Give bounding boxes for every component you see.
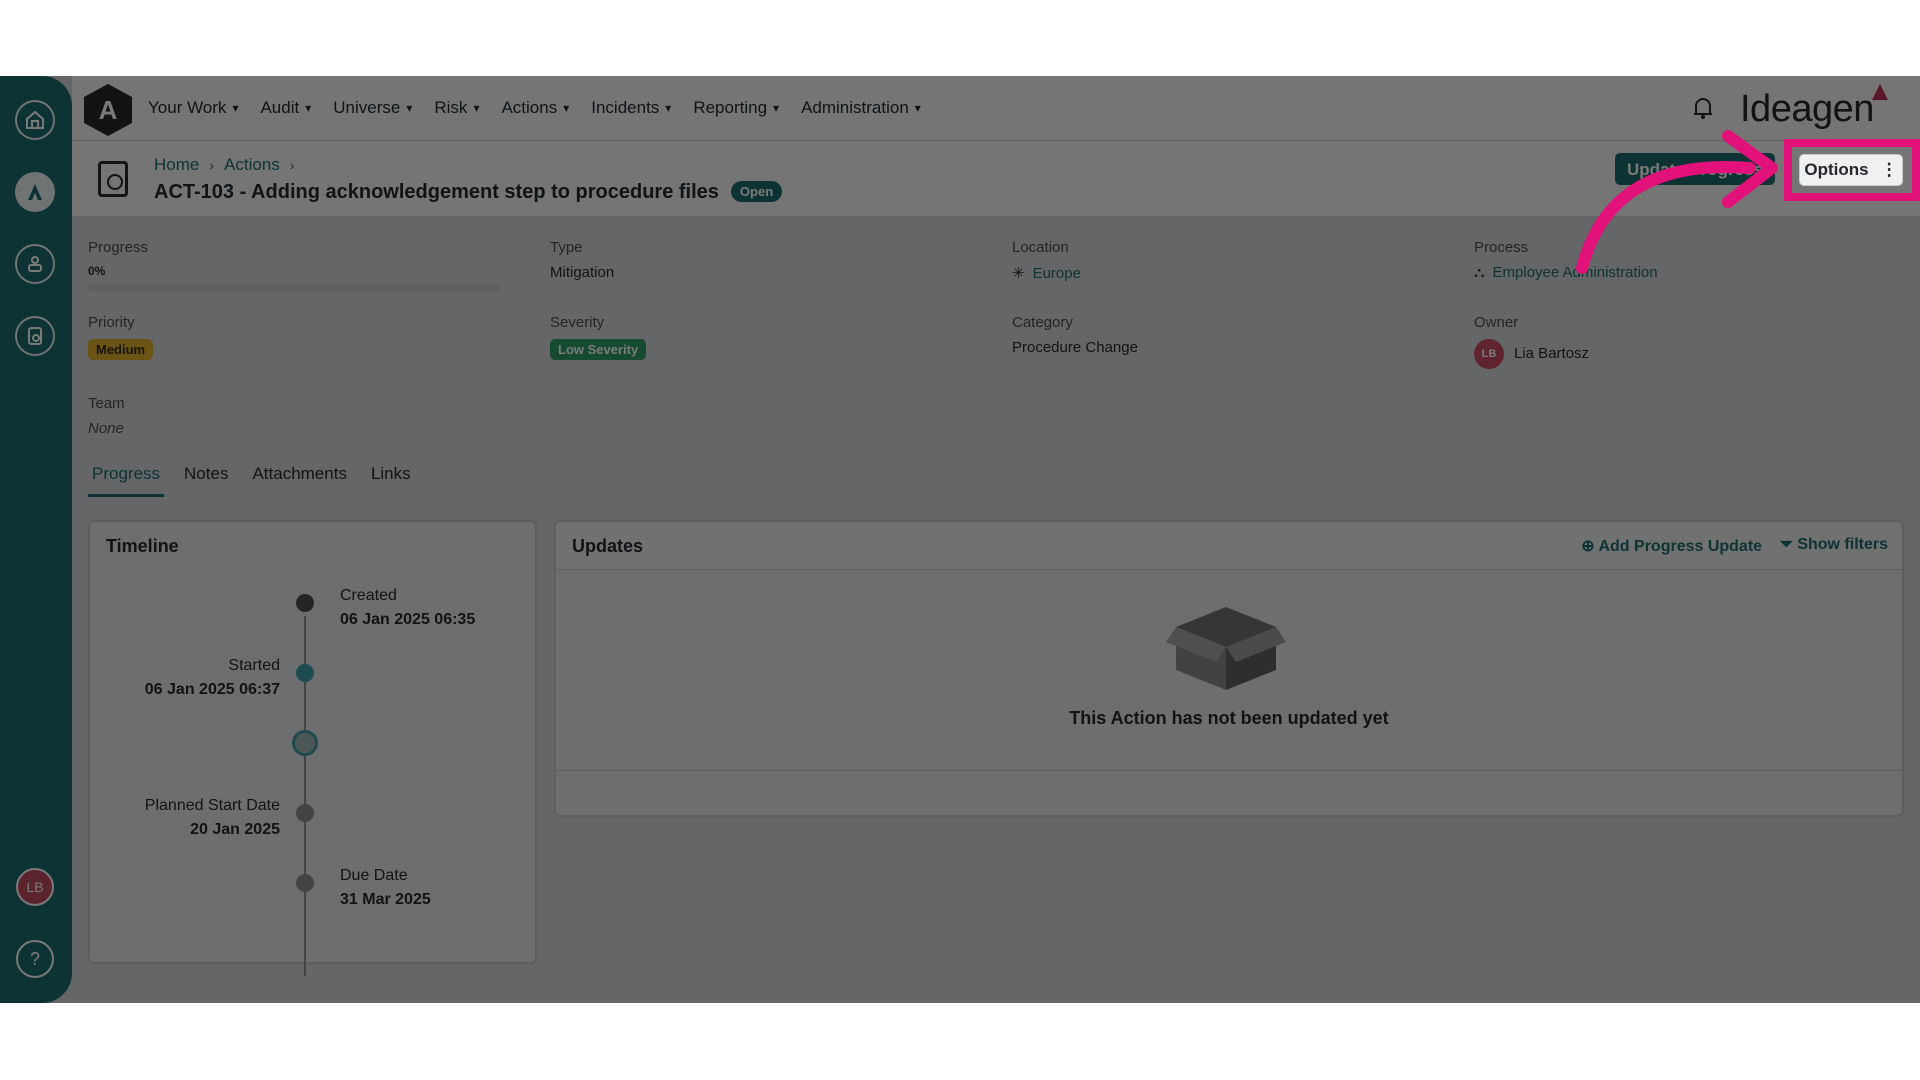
- pointer-arrow-icon: [1576, 130, 1778, 274]
- filter-icon: ⏷: [1780, 536, 1798, 553]
- type-field: Type Mitigation: [550, 239, 614, 281]
- team-field: Team None: [88, 395, 125, 437]
- breadcrumb: Home › Actions ›: [154, 155, 294, 175]
- chevron-down-icon: ▾: [914, 101, 921, 115]
- timeline-dot-created: [296, 594, 314, 612]
- owner-label: Owner: [1474, 314, 1519, 331]
- detail-tabs: Progress Notes Attachments Links: [88, 464, 425, 497]
- nav-reporting[interactable]: Reporting ▾: [693, 98, 779, 118]
- updates-card: Updates ⊕ Add Progress Update ⏷ Show fil…: [554, 520, 1904, 817]
- nav-administration[interactable]: Administration ▾: [801, 98, 921, 118]
- chevron-down-icon: ▾: [563, 101, 570, 115]
- page-title: ACT-103 - Adding acknowledgement step to…: [154, 181, 783, 204]
- timeline-created: Created 06 Jan 2025 06:35: [340, 587, 476, 628]
- timeline-title: Timeline: [106, 536, 179, 556]
- updates-divider: [556, 770, 1902, 771]
- category-field: Category Procedure Change: [1012, 314, 1138, 356]
- type-value: Mitigation: [550, 264, 615, 281]
- main-menu: Your Work ▾ Audit ▾ Universe ▾ Risk ▾ Action…: [148, 98, 943, 118]
- timeline-dot-current: [292, 730, 318, 756]
- owner-field: Owner LB Lia Bartosz: [1474, 314, 1589, 369]
- user-avatar[interactable]: LB: [16, 868, 54, 906]
- breadcrumb-actions[interactable]: Actions: [224, 155, 280, 175]
- empty-state-message: This Action has not been updated yet: [1069, 708, 1389, 728]
- severity-label: Severity: [550, 314, 605, 331]
- category-value: Procedure Change: [1012, 339, 1138, 356]
- product-logo[interactable]: A: [84, 84, 132, 136]
- updates-actions: ⊕ Add Progress Update ⏷ Show filters: [1581, 536, 1888, 556]
- location-link[interactable]: ✳ Europe: [1012, 264, 1081, 282]
- tab-notes[interactable]: Notes: [180, 464, 232, 495]
- nav-universe[interactable]: Universe ▾: [333, 98, 412, 118]
- team-value: None: [88, 420, 124, 437]
- progress-bar: [88, 284, 501, 291]
- location-field: Location ✳ Europe: [1012, 239, 1081, 282]
- tab-progress[interactable]: Progress: [88, 464, 165, 497]
- timeline-dot-started: [296, 664, 314, 682]
- timeline-due: Due Date 31 Mar 2025: [340, 867, 431, 908]
- chevron-down-icon: ▾: [773, 101, 780, 115]
- document-icon[interactable]: [15, 316, 55, 356]
- priority-badge: Medium: [88, 339, 154, 360]
- add-progress-update-button[interactable]: ⊕ Add Progress Update: [1581, 536, 1762, 556]
- empty-box-icon: [1166, 607, 1286, 690]
- timeline-dot-due: [296, 874, 314, 892]
- app-logo-icon[interactable]: [15, 172, 55, 212]
- show-filters-button[interactable]: ⏷ Show filters: [1780, 536, 1888, 556]
- updates-header: Updates ⊕ Add Progress Update ⏷ Show fil…: [556, 522, 1902, 570]
- screen: LB ? A Your Work ▾ Audit ▾ Universe ▾ Risk ▾…: [0, 0, 1920, 1080]
- help-icon[interactable]: ?: [16, 940, 54, 978]
- severity-badge: Low Severity: [550, 339, 647, 360]
- home-icon[interactable]: [15, 100, 55, 140]
- action-icon: [98, 161, 128, 197]
- chevron-right-icon: ›: [209, 157, 215, 173]
- nav-actions[interactable]: Actions ▾: [501, 98, 569, 118]
- chevron-down-icon: ▾: [305, 101, 312, 115]
- updates-title: Updates: [572, 536, 644, 556]
- tab-links[interactable]: Links: [367, 464, 415, 495]
- timeline-started: Started 06 Jan 2025 06:37: [144, 657, 280, 698]
- bell-icon[interactable]: [1692, 96, 1714, 120]
- chevron-down-icon: ▾: [473, 101, 480, 115]
- team-icon[interactable]: [15, 244, 55, 284]
- chevron-down-icon: ▾: [232, 101, 239, 115]
- timeline-planned: Planned Start Date 20 Jan 2025: [144, 797, 280, 838]
- category-label: Category: [1012, 314, 1073, 331]
- status-badge: Open: [730, 181, 783, 202]
- progress-label: Progress: [88, 239, 149, 256]
- owner-name[interactable]: Lia Bartosz: [1514, 345, 1589, 362]
- severity-field: Severity Low Severity: [550, 314, 647, 360]
- timeline-card: Timeline Created 06 Jan 2025 06:35 Starte…: [88, 520, 537, 976]
- tab-attachments[interactable]: Attachments: [248, 464, 351, 495]
- nav-audit[interactable]: Audit ▾: [260, 98, 311, 118]
- plus-circle-icon: ⊕: [1581, 538, 1599, 555]
- progress-value: 0%: [88, 264, 106, 278]
- priority-label: Priority: [88, 314, 135, 331]
- nav-your-work[interactable]: Your Work ▾: [148, 98, 238, 118]
- brand-mark-icon: [1872, 84, 1888, 100]
- nav-incidents[interactable]: Incidents ▾: [591, 98, 671, 118]
- owner-avatar: LB: [1474, 339, 1504, 369]
- team-label: Team: [88, 395, 125, 412]
- chevron-right-icon: ›: [289, 157, 295, 173]
- priority-field: Priority Medium: [88, 314, 154, 360]
- location-label: Location: [1012, 239, 1069, 256]
- left-rail: LB ?: [0, 76, 72, 1003]
- breadcrumb-home[interactable]: Home: [154, 155, 199, 175]
- progress-field: Progress 0%: [88, 239, 501, 291]
- chevron-down-icon: ▾: [665, 101, 672, 115]
- hierarchy-icon: ⛬: [1474, 264, 1485, 281]
- location-icon: ✳: [1012, 265, 1025, 282]
- timeline-dot-planned: [296, 804, 314, 822]
- highlight-box: [1784, 139, 1920, 201]
- chevron-down-icon: ▾: [406, 101, 413, 115]
- nav-risk[interactable]: Risk ▾: [434, 98, 479, 118]
- type-label: Type: [550, 239, 583, 256]
